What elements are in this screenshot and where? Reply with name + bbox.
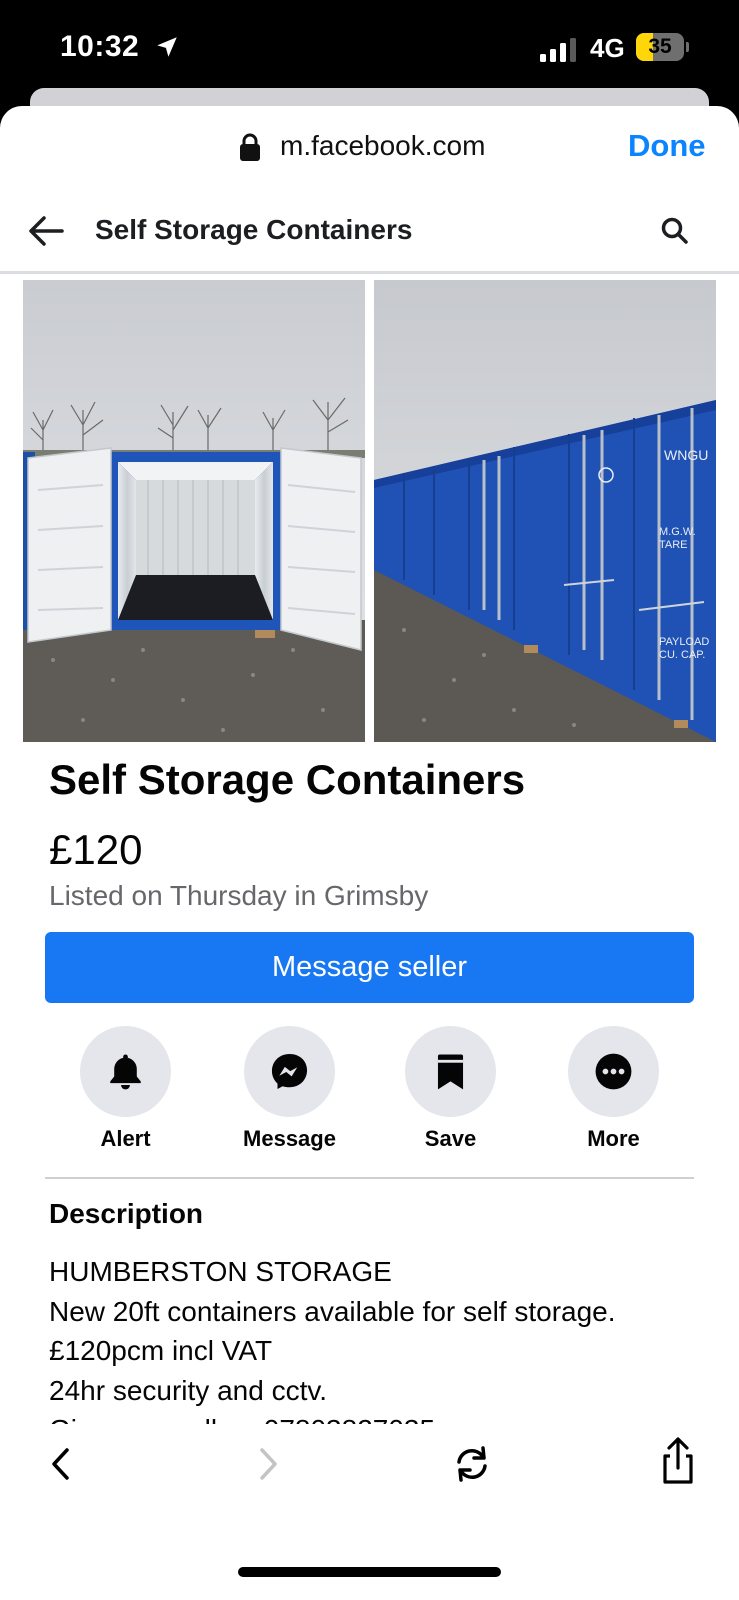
search-icon[interactable] <box>660 216 690 246</box>
description-line: £120pcm incl VAT <box>49 1335 273 1366</box>
lock-icon <box>240 133 260 161</box>
divider <box>45 1177 694 1179</box>
alert-label: Alert <box>100 1126 151 1151</box>
container-cucap-text: CU. CAP. <box>659 649 705 661</box>
save-button[interactable] <box>405 1026 496 1117</box>
listing-photo-1[interactable] <box>23 280 365 742</box>
page-title: Self Storage Containers <box>95 214 413 245</box>
status-time: 10:32 <box>60 30 140 63</box>
save-label: Save <box>424 1126 477 1151</box>
chevron-left-icon[interactable] <box>40 1442 84 1486</box>
battery-level: 35 <box>648 35 672 58</box>
description-line: 24hr security and cctv. <box>49 1374 328 1406</box>
more-label: More <box>587 1126 640 1151</box>
browser-toolbar <box>0 1424 739 1600</box>
done-button[interactable]: Done <box>628 128 706 164</box>
reload-icon[interactable] <box>450 1442 494 1486</box>
container-payload-text: PAYLOAD <box>659 636 709 648</box>
listing-photo-2[interactable]: WNGU M.G.W. TARE PAYLOAD CU. CAP. <box>374 280 716 742</box>
more-action[interactable]: More <box>553 1026 673 1166</box>
container-code-text: WNGU <box>664 447 708 463</box>
alert-action[interactable]: Alert <box>65 1026 185 1166</box>
home-indicator[interactable] <box>238 1567 501 1577</box>
more-button[interactable] <box>568 1026 659 1117</box>
description-line: HUMBERSTON STORAGE <box>49 1256 392 1287</box>
save-action[interactable]: Save <box>390 1026 510 1166</box>
message-action[interactable]: Message <box>229 1026 349 1166</box>
listing-meta: Listed on Thursday in Grimsby <box>49 880 429 911</box>
location-arrow-icon <box>157 37 177 57</box>
alert-button[interactable] <box>80 1026 171 1117</box>
description-line: New 20ft containers available for self s… <box>49 1295 616 1327</box>
more-dots-icon <box>595 1053 632 1090</box>
messenger-icon <box>271 1053 308 1090</box>
url-bar: m.facebook.com Done <box>0 106 739 186</box>
signal-icon <box>540 38 576 62</box>
browser-sheet: m.facebook.com Done Self Storage Contain… <box>0 106 739 1600</box>
arrow-left-icon[interactable] <box>28 214 64 248</box>
listing-price: £120 <box>49 826 143 873</box>
message-seller-button[interactable]: Message seller <box>45 932 694 1003</box>
listing-title: Self Storage Containers <box>49 756 526 803</box>
description-heading: Description <box>49 1198 204 1229</box>
url-text[interactable]: m.facebook.com <box>280 130 485 162</box>
page-header: Self Storage Containers <box>0 194 739 274</box>
container-tare-text: TARE <box>659 539 688 551</box>
message-button[interactable] <box>244 1026 335 1117</box>
network-type: 4G <box>590 33 625 63</box>
status-bar: 10:32 4G 35 <box>0 0 739 90</box>
container-open-photo <box>23 280 365 742</box>
bell-icon <box>110 1054 141 1090</box>
message-label: Message <box>243 1126 336 1151</box>
battery-icon: 35 <box>636 33 689 61</box>
description-text: HUMBERSTON STORAGE New 20ft containers a… <box>49 1252 729 1450</box>
chevron-right-icon[interactable] <box>245 1442 289 1486</box>
container-mgw-text: M.G.W. <box>659 526 696 538</box>
bookmark-icon <box>437 1054 464 1090</box>
container-row-photo: WNGU M.G.W. TARE PAYLOAD CU. CAP. <box>374 280 716 742</box>
share-icon[interactable] <box>656 1436 700 1486</box>
